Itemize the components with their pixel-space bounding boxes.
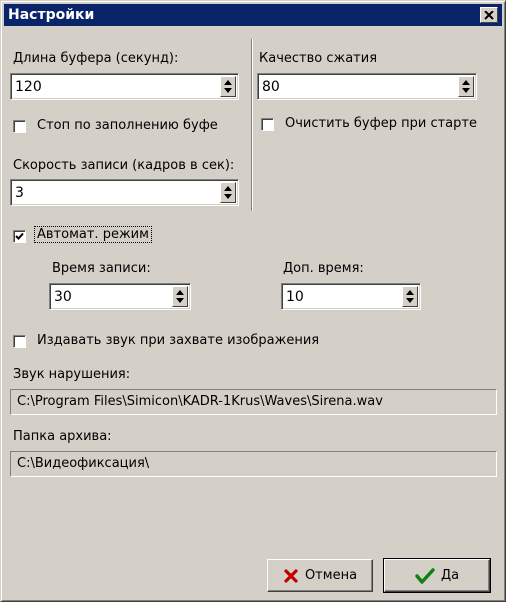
cross-icon bbox=[284, 568, 298, 583]
buffer-length-spin-buttons[interactable] bbox=[220, 76, 236, 97]
clear-on-start-label[interactable]: Очистить буфер при старте bbox=[285, 116, 477, 131]
record-time-value: 30 bbox=[54, 289, 72, 305]
extra-time-value: 10 bbox=[286, 289, 304, 305]
spin-arrows-icon bbox=[406, 290, 414, 303]
ok-button-label: Да bbox=[440, 568, 460, 583]
violation-sound-path-field[interactable]: C:\Program Files\Simicon\KADR-1Krus\Wave… bbox=[10, 389, 497, 415]
archive-folder-path-field[interactable]: C:\Видеофиксация\ bbox=[10, 451, 497, 477]
record-speed-spin-buttons[interactable] bbox=[220, 182, 236, 203]
checkmark-icon bbox=[15, 232, 24, 240]
extra-time-spin-buttons[interactable] bbox=[402, 286, 418, 307]
stop-on-full-label[interactable]: Стоп по заполнению буфе bbox=[37, 118, 218, 133]
extra-time-spinbox[interactable]: 10 bbox=[281, 283, 421, 310]
window-title: Настройки bbox=[8, 7, 95, 23]
column-separator bbox=[251, 39, 253, 211]
compression-label: Качество сжатия bbox=[259, 51, 378, 66]
close-icon bbox=[484, 10, 494, 20]
record-time-spin-buttons[interactable] bbox=[172, 286, 188, 307]
violation-sound-label: Звук нарушения: bbox=[13, 367, 131, 382]
buffer-length-label: Длина буфера (секунд): bbox=[13, 51, 179, 66]
record-speed-label: Скорость записи (кадров в сек): bbox=[13, 158, 235, 173]
settings-dialog: Настройки Длина буфера (секунд): 120 Кач… bbox=[0, 0, 506, 602]
spin-arrows-icon bbox=[224, 186, 232, 199]
compression-spin-buttons[interactable] bbox=[458, 76, 474, 97]
record-speed-value: 3 bbox=[15, 185, 24, 201]
checkmark-icon bbox=[415, 567, 435, 584]
auto-mode-checkbox[interactable] bbox=[13, 230, 26, 243]
close-button[interactable] bbox=[480, 7, 498, 23]
title-bar[interactable]: Настройки bbox=[4, 4, 502, 26]
cancel-button[interactable]: Отмена bbox=[267, 559, 373, 592]
stop-on-full-checkbox[interactable] bbox=[13, 120, 26, 133]
cancel-button-label: Отмена bbox=[304, 568, 358, 583]
archive-folder-label: Папка архива: bbox=[13, 429, 112, 444]
record-time-label: Время записи: bbox=[52, 261, 151, 276]
buffer-length-value: 120 bbox=[15, 79, 42, 95]
sound-on-capture-checkbox[interactable] bbox=[13, 335, 26, 348]
ok-button[interactable]: Да bbox=[383, 558, 491, 593]
spin-arrows-icon bbox=[462, 80, 470, 93]
sound-on-capture-label[interactable]: Издавать звук при захвате изображения bbox=[37, 333, 319, 348]
buffer-length-spinbox[interactable]: 120 bbox=[10, 73, 239, 100]
record-time-spinbox[interactable]: 30 bbox=[49, 283, 191, 310]
record-speed-spinbox[interactable]: 3 bbox=[10, 179, 239, 206]
extra-time-label: Доп. время: bbox=[283, 261, 364, 276]
auto-mode-label-text: Автомат. режим bbox=[34, 226, 152, 243]
spin-arrows-icon bbox=[224, 80, 232, 93]
auto-mode-label[interactable]: Автомат. режим bbox=[34, 226, 152, 243]
spin-arrows-icon bbox=[176, 290, 184, 303]
compression-value: 80 bbox=[262, 79, 280, 95]
compression-spinbox[interactable]: 80 bbox=[257, 73, 477, 100]
clear-on-start-checkbox[interactable] bbox=[261, 118, 274, 131]
